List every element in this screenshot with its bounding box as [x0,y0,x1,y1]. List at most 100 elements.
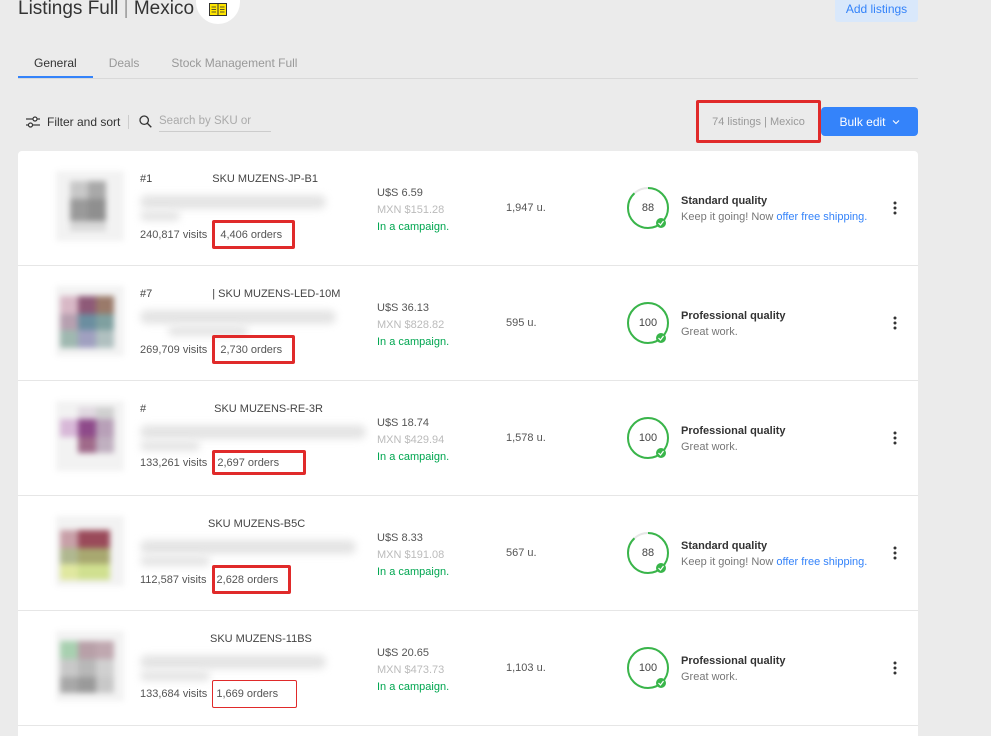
orders-count: 1,669 orders [212,680,298,708]
campaign-status[interactable]: In a campaign. [377,334,449,351]
offer-free-shipping-link[interactable]: offer free shipping. [776,556,867,568]
quality-description: Keep it going! Now [681,211,777,223]
product-thumbnail[interactable] [56,171,124,241]
stock-units: 1,103 u. [506,662,546,674]
listing-stats: 269,709 visits 2,730 orders [140,335,296,364]
quality-description: Great work. [681,441,738,453]
quality-info: Standard quality Keep it going! Now offe… [681,193,867,225]
blurred-title [140,310,336,324]
quality-info: Professional quality Great work. [681,423,786,455]
add-listings-button[interactable]: Add listings [835,0,918,22]
listing-row[interactable]: SKU MUZENS-11BS 133,684 visits 1,669 ord… [18,611,918,726]
search-input[interactable] [159,111,271,132]
listing-price: U$S 36.13 MXN $828.82 In a campaign. [377,300,449,351]
campaign-status[interactable]: In a campaign. [377,564,449,581]
stock-units: 1,578 u. [506,432,546,444]
bulk-edit-button[interactable]: Bulk edit [821,107,918,136]
product-thumbnail[interactable] [56,286,124,356]
blurred-title [140,540,356,554]
quality-score: 100 [638,662,658,674]
blurred-title [140,655,326,669]
listing-price: U$S 18.74 MXN $429.94 In a campaign. [377,415,449,466]
quality-description: Great work. [681,671,738,683]
quality-score: 100 [638,432,658,444]
chevron-down-icon [892,119,899,124]
tab-stock-management-full[interactable]: Stock Management Full [155,50,313,78]
listings-list: #1 SKU MUZENS-JP-B1 240,817 visits 4,406 … [18,151,918,736]
bulk-edit-label: Bulk edit [839,114,886,129]
listing-price: U$S 6.59 MXN $151.28 In a campaign. [377,185,449,236]
sku-text: SKU MUZENS-JP-B1 [212,173,318,185]
price-mxn: MXN $473.73 [377,664,445,676]
visits-count: 133,684 visits [140,688,208,700]
visits-count: 112,587 visits [140,574,207,586]
price-usd: U$S 20.65 [377,647,429,659]
price-mxn: MXN $828.82 [377,319,445,331]
stock-units: 1,947 u. [506,202,546,214]
price-mxn: MXN $191.08 [377,549,445,561]
listing-row[interactable]: #1 SKU MUZENS-JP-B1 240,817 visits 4,406 … [18,151,918,266]
listing-sku: SKU MUZENS-11BS [140,633,312,645]
blurred-title [140,195,326,209]
search-icon [139,115,152,128]
page-title: Listings Full | Mexico [18,0,194,20]
price-mxn: MXN $429.94 [377,434,445,446]
listing-row[interactable]: SKU MUZENS-B5C 112,587 visits 2,628 orde… [18,496,918,611]
quality-info: Professional quality Great work. [681,308,786,340]
quality-description: Great work. [681,326,738,338]
listing-stats: 112,587 visits 2,628 orders [140,565,292,594]
title-main: Listings Full [18,0,119,19]
quality-info: Standard quality Keep it going! Now offe… [681,538,867,570]
more-options-icon[interactable] [890,315,900,331]
blurred-title [140,425,366,439]
price-usd: U$S 6.59 [377,187,423,199]
listing-price: U$S 20.65 MXN $473.73 In a campaign. [377,645,449,696]
orders-count: 2,628 orders [211,565,292,594]
orders-count: 2,730 orders [212,335,296,364]
visits-count: 133,261 visits [140,457,208,469]
toolbar-divider [128,115,129,129]
campaign-status[interactable]: In a campaign. [377,679,449,696]
quality-score: 88 [641,202,655,214]
page-header: Listings Full | Mexico Add listings [18,0,918,30]
product-thumbnail[interactable] [56,516,124,586]
listing-row[interactable]: # SKU MUZENS-RE-3R 133,261 visits 2,697 o… [18,381,918,496]
visits-count: 269,709 visits [140,344,208,356]
offer-free-shipping-link[interactable]: offer free shipping. [776,211,867,223]
stock-units: 595 u. [506,317,537,329]
listing-sku: SKU MUZENS-B5C [140,518,305,530]
listing-row[interactable]: #7 | SKU MUZENS-LED-10M 269,709 visits 2,… [18,266,918,381]
more-options-icon[interactable] [890,545,900,561]
more-options-icon[interactable] [890,660,900,676]
price-usd: U$S 18.74 [377,417,429,429]
filter-label: Filter and sort [47,115,121,129]
more-options-icon[interactable] [890,430,900,446]
sliders-icon [26,116,40,128]
listing-stats: 133,684 visits 1,669 orders [140,680,298,708]
price-usd: U$S 36.13 [377,302,429,314]
quality-title: Professional quality [681,310,786,322]
sku-text: | SKU MUZENS-LED-10M [212,288,341,300]
product-thumbnail[interactable] [56,631,124,701]
quality-score: 88 [641,547,655,559]
listing-sku: #7 | SKU MUZENS-LED-10M [140,288,341,300]
quality-title: Standard quality [681,540,768,552]
more-options-icon[interactable] [890,200,900,216]
listing-sku: # SKU MUZENS-RE-3R [140,403,323,415]
guide-button[interactable] [196,0,240,24]
tab-deals[interactable]: Deals [93,50,156,78]
price-usd: U$S 8.33 [377,532,423,544]
quality-title: Professional quality [681,425,786,437]
tab-bar: General Deals Stock Management Full [18,50,918,79]
orders-count: 4,406 orders [212,220,296,249]
title-separator: | [118,0,134,19]
listing-stats: 240,817 visits 4,406 orders [140,220,296,249]
quality-score: 100 [638,317,658,329]
sku-text: SKU MUZENS-B5C [208,518,306,530]
product-thumbnail[interactable] [56,401,124,471]
listings-toolbar: Filter and sort 74 listings | Mexico Bul… [18,98,918,146]
campaign-status[interactable]: In a campaign. [377,219,449,236]
tab-general[interactable]: General [18,50,93,78]
filter-and-sort-button[interactable]: Filter and sort [26,115,120,129]
campaign-status[interactable]: In a campaign. [377,449,449,466]
